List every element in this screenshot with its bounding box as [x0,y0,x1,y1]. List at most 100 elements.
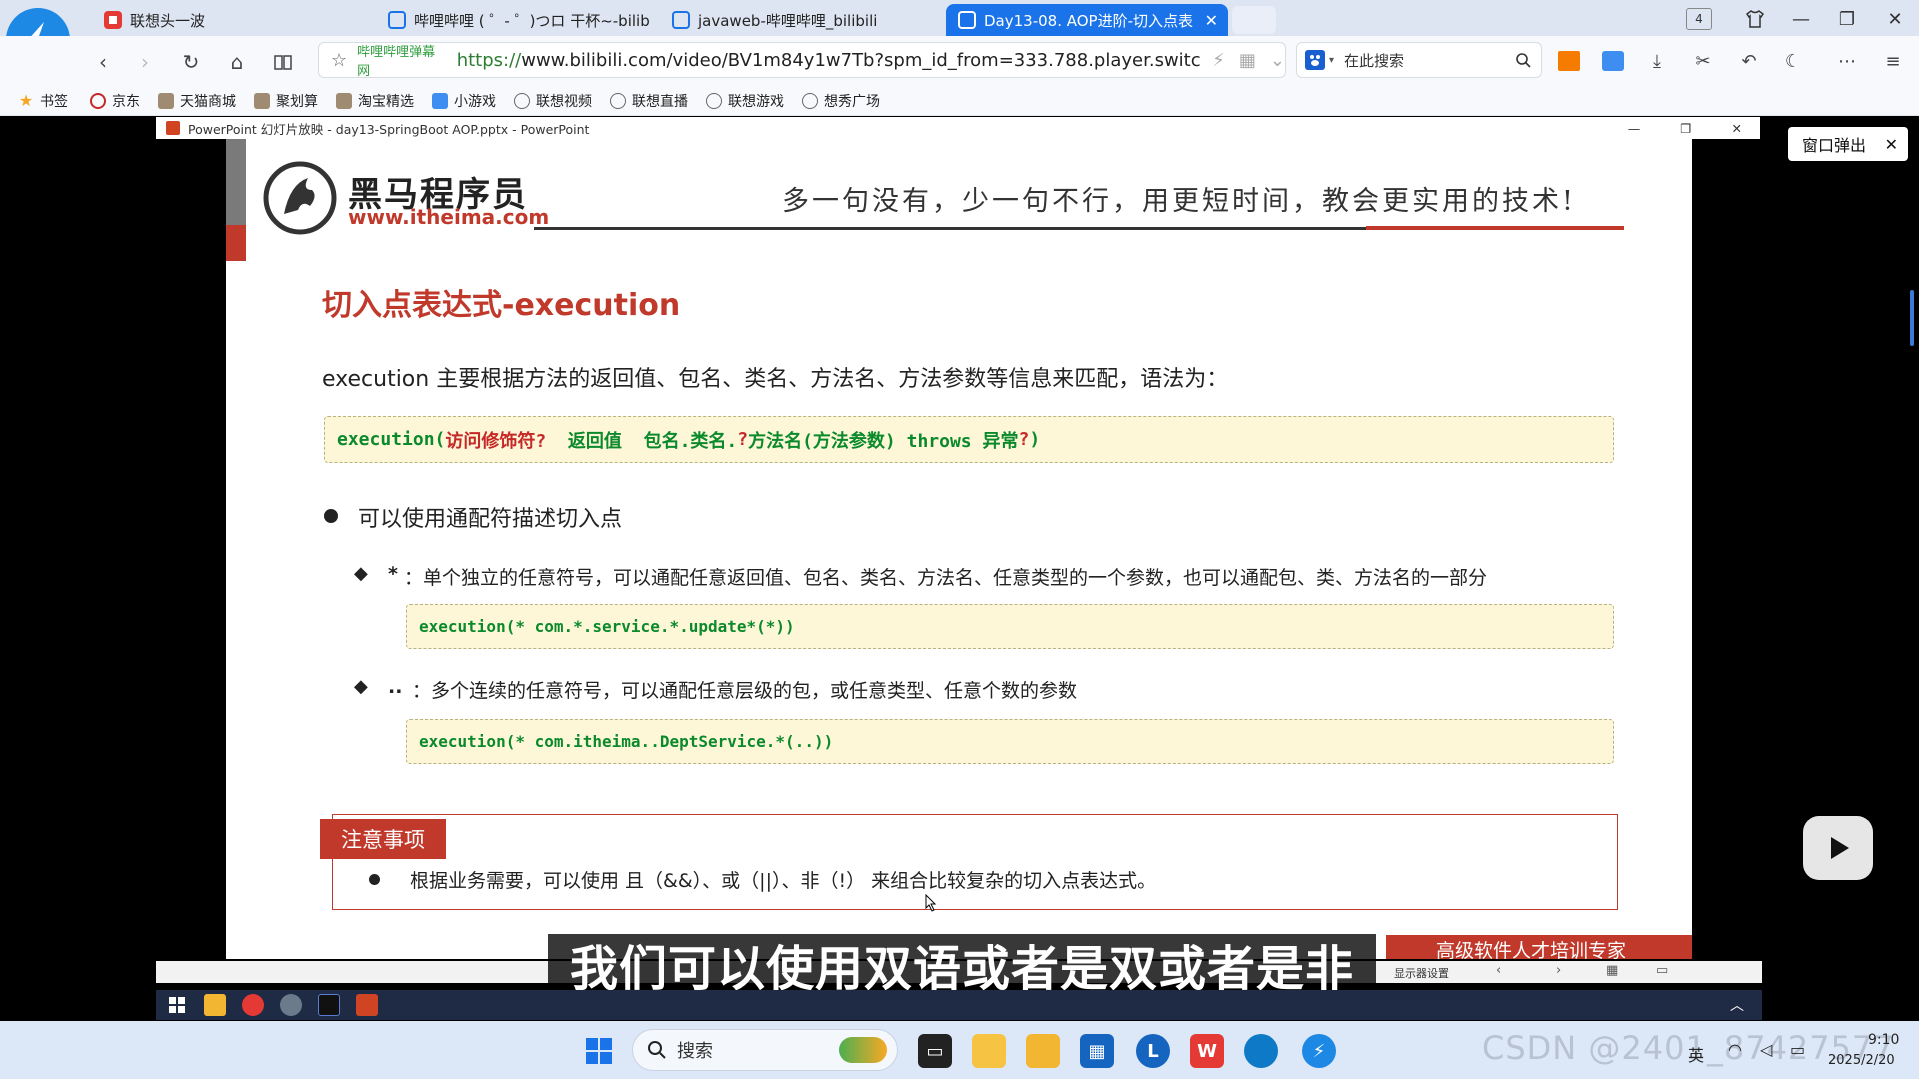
file-explorer-icon[interactable] [1026,1034,1060,1068]
video-subtitle: 我们可以使用双语或者是双或者是非 [548,934,1376,997]
star-code-box: execution(* com.*.service.*.update*(*)) [406,604,1614,649]
browser-taskbar-icon[interactable]: ⚡ [1302,1034,1336,1068]
scissors-icon[interactable]: ✂ [1688,46,1718,76]
lenovo-tab-icon [104,11,122,29]
reload-icon[interactable]: ↻ [176,47,206,77]
bookmark-minigames[interactable]: 小游戏 [432,91,496,111]
tab-day13-aop[interactable]: Day13-08. AOP进阶-切入点表 ✕ [946,4,1228,36]
intro-text: execution 主要根据方法的返回值、包名、类名、方法名、方法参数等信息来匹… [322,367,1229,392]
send-extension-icon[interactable] [1598,46,1628,76]
microsoft-store-icon[interactable]: ▦ [1080,1034,1114,1068]
volume-icon[interactable]: ◁ [1760,1040,1772,1059]
download-icon[interactable]: ⤓ [1642,46,1672,76]
bookmark-juhuasuan[interactable]: 聚划算 [254,91,318,111]
ppt-restore-button[interactable]: ❐ [1680,121,1691,136]
bilibili-tab-icon [388,11,406,29]
grid-view-icon[interactable]: ▦ [1606,963,1618,978]
bookmark-folder[interactable]: ★ 书签 [18,91,68,111]
globe-icon [706,92,722,109]
wps-icon[interactable]: W [1190,1034,1224,1068]
tab-bilibili-home[interactable]: 哔哩哔哩 ( ゜- ゜)つロ 干杯~-bilib [376,4,656,36]
star-description: ：单个独立的任意符号，可以通配任意返回值、包名、类名、方法名、任意类型的一个参数… [404,567,1488,589]
tab-javaweb[interactable]: javaweb-哔哩哔哩_bilibili [660,4,940,36]
windows-start-icon [166,994,188,1016]
star-bookmark-icon[interactable]: ☆ [331,50,347,71]
chevron-down-icon[interactable]: ⌄ [1270,50,1285,71]
start-button-icon[interactable] [582,1034,616,1068]
bilibili-tab-icon [672,11,690,29]
clock-time[interactable]: 9:10 [1868,1032,1899,1048]
more-icon[interactable]: ⋯ [1832,46,1862,76]
prev-slide-icon[interactable]: ‹ [1496,963,1501,978]
mouse-cursor-icon [925,894,937,912]
reading-mode-icon[interactable] [268,47,298,77]
ppt-close-button[interactable]: ✕ [1732,121,1742,136]
search-box[interactable]: ▾ 在此搜索 [1296,42,1542,78]
powerpoint-icon [166,121,180,135]
bookmark-taobao[interactable]: 淘宝精选 [336,91,414,111]
wildcard-bullet: 可以使用通配符描述切入点 [358,507,623,532]
bookmark-lenovo-games[interactable]: 联想游戏 [706,91,784,111]
qr-code-icon[interactable]: ▦ [1239,50,1256,71]
task-view-icon[interactable]: ▭ [918,1034,952,1068]
window-popout-button[interactable]: 窗口弹出 ✕ [1788,127,1908,161]
undo-icon[interactable]: ↶ [1734,46,1764,76]
search-icon[interactable] [1515,52,1531,68]
bookmarks-bar: ★ 书签 京东 天猫商城 聚划算 淘宝精选 小游戏 联想视频 联想直播 联想游戏 … [0,86,1919,116]
bookmark-jd[interactable]: 京东 [90,91,140,111]
app-cutout-icon[interactable] [972,1034,1006,1068]
maximize-button[interactable]: ❐ [1824,4,1870,34]
star-icon: ★ [18,91,34,110]
bookmark-lenovo-live[interactable]: 联想直播 [610,91,688,111]
new-tab-button[interactable] [1232,6,1276,34]
tray-chevron-icon: ︿ [1730,998,1744,1014]
next-slide-icon[interactable]: › [1556,963,1561,978]
syntax-code-box: execution(访问修饰符? 返回值 包名.类名.? 方法名(方法参数) th… [324,416,1614,463]
bullet-dot-icon [369,874,380,885]
tab-close-icon[interactable]: ✕ [1205,11,1218,30]
shirt-icon[interactable] [1732,4,1778,34]
lenovo-app-icon[interactable]: L [1136,1034,1170,1068]
bilibili-tab-icon [958,11,976,29]
bookmark-lenovo-video[interactable]: 联想视频 [514,91,592,111]
tab-count-badge[interactable]: 4 [1686,8,1712,30]
tab-label: 哔哩哔哩 ( ゜- ゜)つロ 干杯~-bilib [414,11,650,30]
tab-lenovo[interactable]: 联想头一波 [92,4,372,36]
taskbar-search[interactable]: 搜索 [632,1029,898,1071]
note-label: 注意事项 [320,819,446,859]
scroll-indicator[interactable] [1910,290,1914,346]
menu-icon[interactable]: ≡ [1878,46,1908,76]
bilibili-play-icon[interactable] [1803,816,1873,880]
orange-extension-icon[interactable] [1554,46,1584,76]
input-language[interactable]: 英 [1688,1042,1704,1066]
search-highlight-icon [839,1037,887,1063]
close-window-button[interactable]: ✕ [1872,4,1918,34]
wifi-icon[interactable]: ◠ [1728,1040,1742,1059]
close-icon[interactable]: ✕ [1885,135,1898,154]
bookmark-tmall[interactable]: 天猫商城 [158,91,236,111]
lightning-icon[interactable]: ⚡ [1212,50,1225,71]
dots-code-box: execution(* com.itheima..DeptService.*(.… [406,719,1614,764]
slide-side-bar-red [226,225,246,261]
home-icon[interactable]: ⌂ [222,47,252,77]
night-mode-icon[interactable]: ☾ [1778,46,1808,76]
search-icon [647,1040,667,1060]
bookmark-xiangxiu[interactable]: 想秀广场 [802,91,880,111]
slide-view-icon[interactable]: ▭ [1656,963,1668,978]
globe-icon [802,92,818,109]
note-text: 根据业务需要，可以使用 且（&&）、或（||）、非（!） 来组合比较复杂的切入点… [410,870,1157,892]
globe-icon [610,92,626,109]
battery-icon[interactable]: ▭ [1790,1040,1805,1059]
back-arrow-icon[interactable]: ‹ [88,47,118,77]
ppt-minimize-button[interactable]: — [1628,121,1641,136]
engine-dropdown-icon[interactable]: ▾ [1329,55,1334,66]
address-bar[interactable]: ☆ 哔哩哔哩弹幕网 https:// www.bilibili.com/vide… [318,42,1286,79]
baidu-paw-icon[interactable] [1305,50,1325,70]
ppt-window-title: PowerPoint 幻灯片放映 - day13-SpringBoot AOP.… [188,121,590,137]
forward-arrow-icon[interactable]: › [130,47,160,77]
clock-date[interactable]: 2025/2/20 [1828,1053,1895,1068]
minimize-button[interactable]: — [1778,4,1824,34]
diamond-bullet-icon: ◆ [354,563,368,584]
tmall-icon [158,92,174,109]
edge-icon[interactable] [1244,1034,1278,1068]
